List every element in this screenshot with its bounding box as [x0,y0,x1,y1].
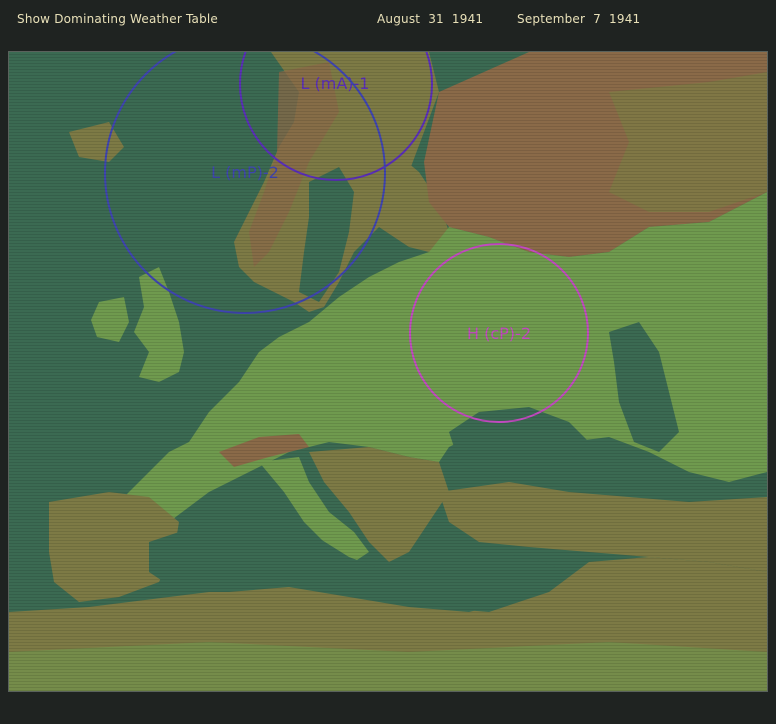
high-cp-label: H (cP)-2 [467,324,531,343]
land-russia-uplands [609,72,767,212]
weather-map[interactable]: L (mA)-1 L (mP)-2 H (cP)-2 [8,51,768,692]
low-ma-label: L (mA)-1 [301,74,370,93]
top-toolbar: Show Dominating Weather Table August 31 … [0,0,776,44]
date-start-label: August 31 1941 [377,12,484,26]
europe-map-canvas: L (mA)-1 L (mP)-2 H (cP)-2 [9,52,767,691]
show-weather-table-button[interactable]: Show Dominating Weather Table [17,12,218,26]
date-end-label: September 7 1941 [517,12,641,26]
low-mp-label: L (mP)-2 [211,163,279,182]
